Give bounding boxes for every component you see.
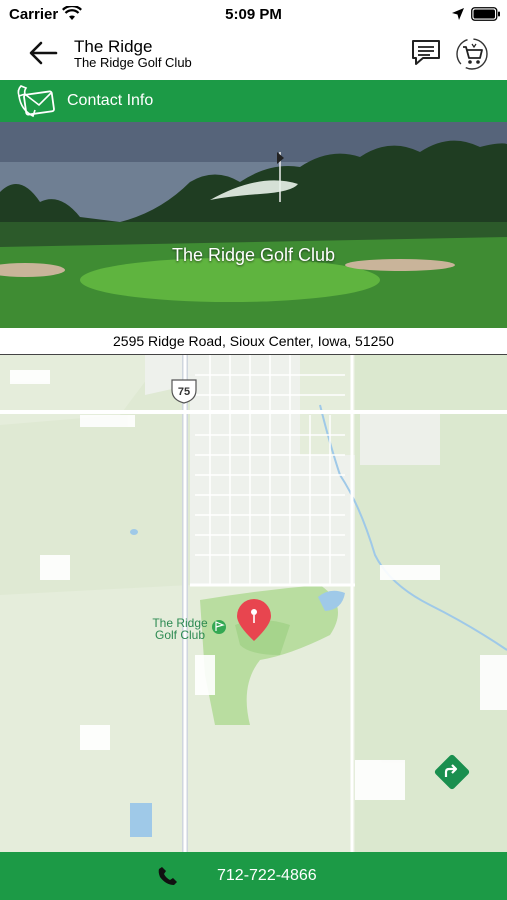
contact-info-label: Contact Info xyxy=(67,92,154,109)
battery-icon xyxy=(471,7,500,21)
phone-number: 712-722-4866 xyxy=(217,867,317,884)
map-canvas: 75 xyxy=(0,355,507,852)
hero-photo xyxy=(0,122,507,328)
page-title: The Ridge xyxy=(74,37,153,56)
svg-text:75: 75 xyxy=(178,386,190,398)
hero-course-name: The Ridge Golf Club xyxy=(171,245,336,265)
envelope-phone-icon xyxy=(17,85,55,118)
map-view[interactable]: 75 The Ridge Golf Club xyxy=(0,355,507,852)
chat-icon[interactable] xyxy=(410,38,442,68)
status-bar: Carrier 5:09 PM xyxy=(0,0,507,28)
cart-icon[interactable] xyxy=(453,36,491,72)
page-subtitle: The Ridge Golf Club xyxy=(74,55,192,70)
map-place-label-line2: Golf Club xyxy=(154,628,206,642)
nav-header: The Ridge The Ridge Golf Club xyxy=(0,28,507,80)
status-time: 5:09 PM xyxy=(225,6,282,23)
back-arrow-icon[interactable] xyxy=(26,38,60,68)
map-place-label[interactable]: The Ridge Golf Club xyxy=(142,617,218,641)
contact-info-button[interactable]: Contact Info xyxy=(0,80,507,122)
course-hero-image: The Ridge Golf Club xyxy=(0,122,507,328)
directions-icon[interactable] xyxy=(433,753,471,791)
address-bar[interactable]: 2595 Ridge Road, Sioux Center, Iowa, 512… xyxy=(0,328,507,356)
location-arrow-icon xyxy=(452,8,464,20)
call-button[interactable]: 712-722-4866 xyxy=(0,852,507,900)
address-text: 2595 Ridge Road, Sioux Center, Iowa, 512… xyxy=(113,333,394,349)
phone-icon xyxy=(158,867,177,885)
